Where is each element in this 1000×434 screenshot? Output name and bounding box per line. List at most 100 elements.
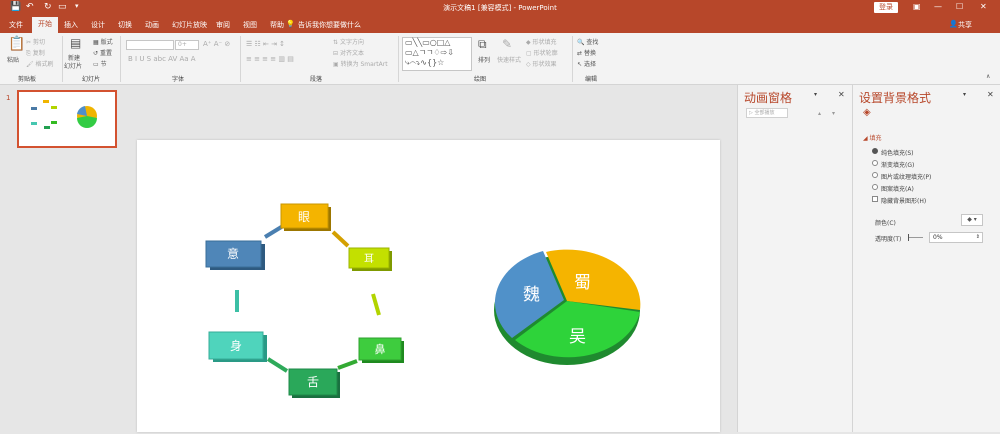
align-buttons[interactable]: ≡ ≡ ≡ ≡ ▥ ▤ — [246, 55, 294, 63]
slide-thumbnail[interactable] — [17, 90, 117, 148]
box-eye-label: 眼 — [298, 210, 310, 224]
format-painter-button[interactable]: 格式刷 — [36, 61, 54, 68]
tab-file[interactable]: 文件 — [9, 20, 23, 30]
collapse-ribbon-icon[interactable]: ∧ — [986, 73, 990, 80]
solid-fill-radio[interactable] — [872, 148, 878, 154]
cut-button[interactable]: 剪切 — [33, 39, 45, 46]
tab-design[interactable]: 设计 — [91, 20, 105, 30]
box-mind[interactable]: 意 — [205, 240, 265, 270]
pie-label-wei: 魏 — [523, 285, 540, 305]
slides-group-label: 幻灯片 — [82, 76, 101, 83]
select-button[interactable]: 选择 — [584, 61, 596, 68]
tab-review[interactable]: 审阅 — [216, 20, 230, 30]
animation-pane: 动画窗格 ▾ ✕ ▷ 全部播放 ▴ ▾ — [737, 85, 852, 432]
quick-styles-icon[interactable]: ✎ — [502, 37, 512, 51]
format-background-pane: 设置背景格式 ▾ ✕ ◈ ◢ 填充 纯色填充(S) 渐变填充(G) 图片或纹理填… — [852, 85, 1000, 432]
window-title: 演示文稿1 [兼容模式] - PowerPoint — [443, 4, 557, 12]
editing-group-label: 编辑 — [585, 76, 598, 83]
font-name-input[interactable] — [126, 40, 174, 50]
paste-button[interactable]: 粘贴 — [7, 55, 19, 64]
box-nose-label: 鼻 — [375, 342, 386, 356]
box-ear[interactable]: 耳 — [348, 247, 392, 271]
close-icon[interactable]: ✕ — [980, 2, 987, 11]
quick-styles-button[interactable]: 快速样式 — [497, 55, 521, 64]
login-button[interactable]: 登录 — [874, 2, 898, 13]
box-mind-label: 意 — [227, 246, 239, 261]
anim-pane-close-icon[interactable]: ✕ — [838, 90, 845, 99]
transparency-input[interactable]: 0% ⇕ — [929, 232, 983, 243]
play-all-button[interactable]: ▷ 全部播放 — [746, 108, 788, 118]
convert-smartart-button[interactable]: 转换为 SmartArt — [341, 61, 388, 68]
new-slide-icon[interactable]: ▤ — [70, 36, 81, 50]
section-button[interactable]: 节 — [101, 61, 107, 68]
solid-fill-label: 纯色填充(S) — [881, 150, 914, 157]
clipboard-group-label: 剪贴板 — [18, 76, 37, 83]
font-size-input[interactable]: 0+ — [175, 40, 199, 50]
pie-label-shu: 蜀 — [574, 273, 591, 293]
move-down-icon[interactable]: ▾ — [832, 110, 835, 117]
tab-animations[interactable]: 动画 — [145, 20, 159, 30]
shapes-gallery[interactable]: ▭╲╲▭○□△ ▭△ㄱㄱ♢⇨⇩ ⤷⌒⤵∿{}☆ — [402, 37, 472, 71]
ribbon-display-icon[interactable]: ▣ — [913, 2, 921, 11]
transparency-label: 透明度(T) — [875, 236, 902, 243]
box-tongue-label: 舌 — [307, 375, 319, 389]
font-format-buttons[interactable]: B I U S abc AV Aa A — [128, 55, 196, 63]
arrange-icon[interactable]: ⧉ — [478, 37, 487, 52]
hide-background-checkbox[interactable] — [872, 196, 878, 202]
paragraph-group-label: 段落 — [310, 76, 323, 83]
maximize-icon[interactable]: ☐ — [956, 2, 963, 11]
color-picker-button[interactable]: ◆ ▾ — [961, 214, 983, 226]
transparency-slider-thumb[interactable] — [908, 234, 909, 241]
box-eye[interactable]: 眼 — [280, 203, 331, 231]
paste-icon[interactable]: 📋 — [8, 36, 25, 52]
arrange-button[interactable]: 排列 — [478, 55, 490, 64]
grow-font-icon[interactable]: A⁺ A⁻ ⊘ — [203, 40, 230, 48]
shape-effects-button[interactable]: 形状效果 — [533, 61, 557, 68]
find-button[interactable]: 查找 — [586, 39, 598, 46]
reset-button[interactable]: 重置 — [100, 50, 112, 57]
gradient-fill-radio[interactable] — [872, 160, 878, 166]
box-nose[interactable]: 鼻 — [358, 337, 404, 363]
picture-fill-radio[interactable] — [872, 172, 878, 178]
animation-pane-title: 动画窗格 — [744, 91, 793, 105]
shape-outline-button[interactable]: 形状轮廓 — [534, 50, 558, 57]
minimize-icon[interactable]: — — [934, 2, 942, 11]
share-button[interactable]: 共享 — [958, 20, 972, 30]
copy-button[interactable]: 复制 — [33, 50, 45, 57]
list-buttons[interactable]: ☰ ☷ ⇤ ⇥ ↕ — [246, 40, 285, 48]
gradient-fill-label: 渐变填充(G) — [881, 162, 915, 169]
shape-fill-button[interactable]: 形状填充 — [533, 39, 557, 46]
tab-slideshow[interactable]: 幻灯片放映 — [172, 20, 207, 30]
tab-view[interactable]: 视图 — [243, 20, 257, 30]
tell-me-search[interactable]: 告诉我你想要做什么 — [298, 20, 361, 30]
text-direction-button[interactable]: 文字方向 — [340, 39, 364, 46]
bg-pane-options-icon[interactable]: ▾ — [963, 91, 966, 98]
slide-canvas[interactable]: 眼 耳 鼻 舌 身 意 魏 蜀 吴 — [137, 140, 720, 432]
tab-home[interactable]: 开始 — [32, 17, 58, 33]
align-text-button[interactable]: 对齐文本 — [340, 50, 364, 57]
ribbon-tabs: 文件 开始 插入 设计 切换 动画 幻灯片放映 审阅 视图 帮助 💡 告诉我你想… — [0, 16, 1000, 33]
pattern-fill-radio[interactable] — [872, 184, 878, 190]
fill-section-header[interactable]: 填充 — [870, 135, 882, 142]
tab-transitions[interactable]: 切换 — [118, 20, 132, 30]
anim-pane-options-icon[interactable]: ▾ — [814, 91, 817, 98]
picture-fill-label: 图片或纹理填充(P) — [881, 174, 932, 181]
tab-insert[interactable]: 插入 — [64, 20, 78, 30]
move-up-icon[interactable]: ▴ — [818, 110, 821, 117]
pie-chart[interactable]: 魏 蜀 吴 — [494, 249, 641, 365]
box-body[interactable]: 身 — [208, 331, 267, 362]
tab-help[interactable]: 帮助 — [270, 20, 284, 30]
box-body-label: 身 — [230, 338, 242, 353]
bg-pane-close-icon[interactable]: ✕ — [987, 90, 994, 99]
share-icon[interactable]: 👤 — [949, 20, 958, 28]
format-background-title: 设置背景格式 — [859, 91, 932, 105]
drawing-group-label: 绘图 — [474, 76, 487, 83]
fill-bucket-icon[interactable]: ◈ — [863, 107, 871, 118]
hide-background-label: 隐藏背景图形(H) — [881, 198, 927, 205]
box-tongue[interactable]: 舌 — [288, 368, 340, 398]
slide-number: 1 — [6, 94, 11, 102]
ribbon: 📋 粘贴 ✂ 剪切 ⎘ 复制 🖌 格式刷 剪贴板 ▤ 新建 幻灯片 ▦ 版式 ↺… — [0, 33, 1000, 85]
transparency-slider[interactable] — [909, 237, 923, 238]
replace-button[interactable]: 替换 — [584, 50, 596, 57]
layout-button[interactable]: 版式 — [101, 39, 113, 46]
